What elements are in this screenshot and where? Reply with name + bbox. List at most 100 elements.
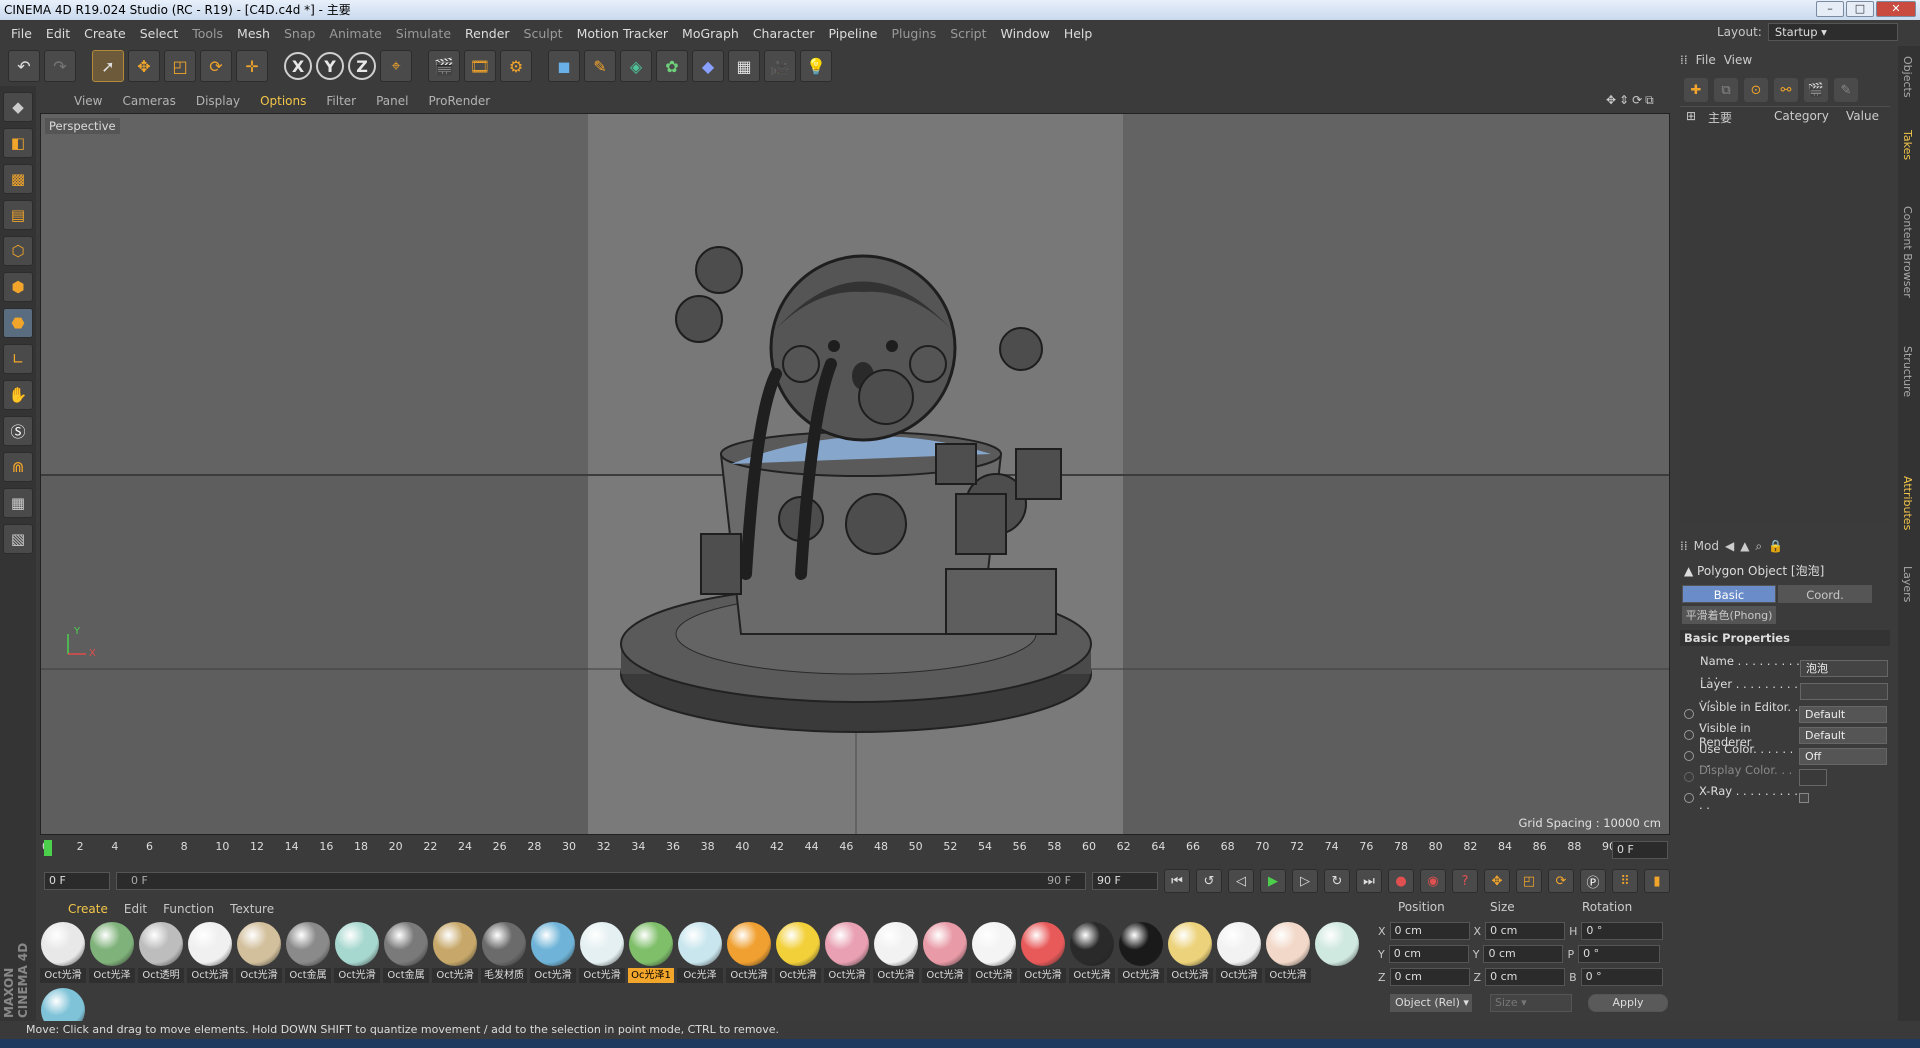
- animation-radio[interactable]: [1684, 751, 1694, 761]
- obj-menu-file[interactable]: File: [1696, 53, 1716, 67]
- autokeying-icon[interactable]: ◉: [1420, 869, 1446, 893]
- visible-editor-dropdown[interactable]: Default: [1799, 705, 1887, 723]
- material-swatch[interactable]: Oct光滑: [775, 922, 821, 984]
- main-take[interactable]: 主要: [1708, 109, 1732, 126]
- material-swatch[interactable]: Oct光滑: [922, 922, 968, 984]
- layer-field[interactable]: [1800, 682, 1888, 700]
- menu-motion-tracker[interactable]: Motion Tracker: [570, 26, 675, 41]
- material-menu-function[interactable]: Function: [155, 902, 222, 916]
- model-mode-icon[interactable]: ◧: [3, 128, 33, 158]
- take-clone-icon[interactable]: ⧉: [1714, 78, 1738, 102]
- menu-plugins[interactable]: Plugins: [884, 26, 943, 41]
- undo-button[interactable]: ↶: [8, 50, 40, 82]
- render-view-icon[interactable]: 🎬: [428, 50, 460, 82]
- size-mode-dropdown[interactable]: Size ▾: [1490, 994, 1572, 1012]
- material-swatch[interactable]: Oct光滑: [1069, 922, 1115, 984]
- material-swatch[interactable]: Oc光泽1: [628, 922, 674, 984]
- nav-back-icon[interactable]: ◀: [1725, 539, 1734, 553]
- take-lock-icon[interactable]: ✎: [1834, 78, 1858, 102]
- timeline-ruler[interactable]: 0246810121416182022242628303234363840424…: [40, 838, 1670, 860]
- pen-spline-icon[interactable]: ✎: [584, 50, 616, 82]
- prev-frame-button[interactable]: ◁: [1228, 869, 1254, 893]
- recent-tool[interactable]: ✛: [236, 50, 268, 82]
- key-rotation-icon[interactable]: ⟳: [1548, 869, 1574, 893]
- menu-edit[interactable]: Edit: [39, 26, 77, 41]
- material-swatch[interactable]: Oct光滑: [1167, 922, 1213, 984]
- menu-script[interactable]: Script: [943, 26, 993, 41]
- rotation-p-field[interactable]: 0 °: [1578, 945, 1661, 963]
- light-icon[interactable]: 💡: [800, 50, 832, 82]
- live-selection-tool[interactable]: ➚: [92, 50, 124, 82]
- y-axis-lock[interactable]: Y: [316, 52, 344, 80]
- side-tab-structure[interactable]: Structure: [1901, 346, 1914, 397]
- side-tab-objects[interactable]: Objects: [1901, 56, 1914, 98]
- viewport-menu-prorender[interactable]: ProRender: [418, 94, 500, 108]
- solo-icon[interactable]: Ⓢ: [3, 416, 33, 446]
- frame-range-slider[interactable]: 0 F 90 F: [116, 872, 1086, 890]
- animation-radio[interactable]: [1684, 793, 1694, 803]
- material-swatch[interactable]: Oct光滑: [873, 922, 919, 984]
- take-render-icon[interactable]: 🎬: [1804, 78, 1828, 102]
- record-active-objects-icon[interactable]: ●: [1388, 869, 1414, 893]
- visible-renderer-dropdown[interactable]: Default: [1799, 726, 1887, 744]
- side-tab-takes[interactable]: Takes: [1901, 130, 1914, 160]
- viewport-menu-panel[interactable]: Panel: [366, 94, 418, 108]
- key-scale-icon[interactable]: ◰: [1516, 869, 1542, 893]
- animation-radio[interactable]: [1684, 730, 1694, 740]
- play-button[interactable]: ▶: [1260, 869, 1286, 893]
- timeline-window-icon[interactable]: ▮: [1644, 869, 1670, 893]
- take-override-icon[interactable]: ⊙: [1744, 78, 1768, 102]
- axis-mode-icon[interactable]: ∟: [3, 344, 33, 374]
- viewport-nav-icons[interactable]: ✥⇕⟳⧉: [1606, 93, 1670, 109]
- next-frame-button[interactable]: ▷: [1292, 869, 1318, 893]
- polygons-mode-icon[interactable]: ⬣: [3, 308, 33, 338]
- material-swatch[interactable]: Oct光滑: [334, 922, 380, 984]
- material-swatch[interactable]: Oct光滑: [579, 922, 625, 984]
- lock-icon[interactable]: 🔒: [1768, 539, 1783, 553]
- end-frame-field[interactable]: 90 F: [1092, 872, 1158, 890]
- expand-icon[interactable]: ⊞: [1686, 109, 1696, 123]
- material-swatch[interactable]: Oct光泽: [89, 922, 135, 984]
- size-z-field[interactable]: 0 cm: [1485, 968, 1566, 986]
- lock-workplane-icon[interactable]: ▦: [3, 488, 33, 518]
- menu-select[interactable]: Select: [133, 26, 186, 41]
- material-swatch[interactable]: Oct光滑: [40, 922, 86, 984]
- material-swatch[interactable]: Oct光滑: [530, 922, 576, 984]
- coord-mode-dropdown[interactable]: Object (Rel) ▾: [1390, 994, 1472, 1012]
- viewport-menu-view[interactable]: View: [64, 94, 112, 108]
- menu-pipeline[interactable]: Pipeline: [822, 26, 885, 41]
- material-swatch[interactable]: Oct光滑: [187, 922, 233, 984]
- search-icon[interactable]: ⌕: [1755, 539, 1762, 554]
- animation-radio[interactable]: [1684, 709, 1694, 719]
- start-frame-field[interactable]: 0 F: [44, 872, 110, 890]
- tweak-mode-icon[interactable]: ✋: [3, 380, 33, 410]
- side-tab-attributes[interactable]: Attributes: [1901, 476, 1914, 530]
- menu-file[interactable]: File: [4, 26, 39, 41]
- tab-coord[interactable]: Coord.: [1778, 585, 1872, 603]
- material-swatch[interactable]: Oct光滑: [971, 922, 1017, 984]
- next-key-button[interactable]: ↻: [1324, 869, 1350, 893]
- deformer-icon[interactable]: ◆: [692, 50, 724, 82]
- nav-up-icon[interactable]: ▲: [1740, 539, 1749, 553]
- minimize-button[interactable]: –: [1816, 1, 1844, 17]
- keyframe-selection-icon[interactable]: ?: [1452, 869, 1478, 893]
- menu-help[interactable]: Help: [1057, 26, 1100, 41]
- current-frame-field[interactable]: 0 F: [1612, 841, 1668, 859]
- viewport-menu-options[interactable]: Options: [250, 94, 316, 108]
- rotation-h-field[interactable]: 0 °: [1581, 922, 1664, 940]
- workplane-icon[interactable]: ▤: [3, 200, 33, 230]
- rotate-tool[interactable]: ⟳: [200, 50, 232, 82]
- snap-icon[interactable]: ⋒: [3, 452, 33, 482]
- menu-snap[interactable]: Snap: [277, 26, 322, 41]
- xray-checkbox[interactable]: [1799, 793, 1809, 803]
- menu-animate[interactable]: Animate: [322, 26, 388, 41]
- material-swatch[interactable]: Oct光滑: [236, 922, 282, 984]
- render-settings-icon[interactable]: ⚙: [500, 50, 532, 82]
- viewport[interactable]: Perspective Y X Grid Spacing : 10000 cm: [40, 113, 1670, 835]
- layout-dropdown[interactable]: Startup ▾: [1767, 23, 1898, 41]
- subdivision-icon[interactable]: ◈: [620, 50, 652, 82]
- material-swatch[interactable]: Oct光滑: [1216, 922, 1262, 984]
- size-y-field[interactable]: 0 cm: [1483, 945, 1564, 963]
- material-swatch[interactable]: Oct金属: [383, 922, 429, 984]
- key-parameter-icon[interactable]: Ⓟ: [1580, 869, 1606, 893]
